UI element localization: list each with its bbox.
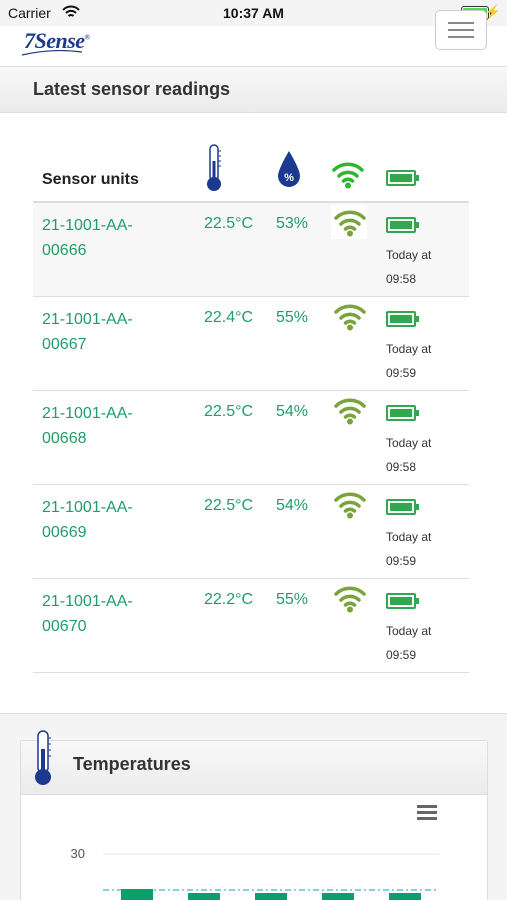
thermometer-icon [31,729,55,792]
panel-header: Latest sensor readings [0,67,507,113]
temperature-value: 22.5°C [204,403,254,420]
humidity-value: 54% [276,403,309,420]
signal-strength-icon [331,205,367,239]
panel-title: Temperatures [73,754,191,774]
reading-timestamp: Today at 09:58 [386,436,432,474]
humidity-drop-icon: % [276,149,302,194]
signal-strength-icon [331,299,367,333]
latest-readings-panel: Latest sensor readings Sensor units % 21… [0,66,507,714]
menu-bar-icon [417,805,437,808]
battery-level-icon [386,593,419,609]
battery-level-icon [386,499,419,515]
table-row[interactable]: 21-1001-AA- 00668 22.5°C 54% Today at 09:5… [33,391,469,485]
temperature-value: 22.5°C [204,215,254,232]
signal-strength-icon [331,393,367,427]
table-header: Sensor units % [33,137,469,203]
chart-bar[interactable] [322,893,354,900]
panel-header: Temperatures [21,730,487,795]
sensor-id-link[interactable]: 21-1001-AA- 00670 [42,589,133,639]
table-row[interactable]: 21-1001-AA- 00667 22.4°C 55% Today at 09:5… [33,297,469,391]
humidity-value: 55% [276,309,309,326]
temperature-value: 22.4°C [204,309,254,326]
reading-timestamp: Today at 09:58 [386,248,432,286]
signal-icon [331,159,365,194]
table-row[interactable]: 21-1001-AA- 00666 22.5°C 53% Today at 09:5… [33,203,469,297]
menu-bar-icon [417,817,437,820]
battery-level-icon [386,405,419,421]
menu-bar-icon [417,811,437,814]
humidity-value: 55% [276,591,309,608]
humidity-value: 54% [276,497,309,514]
sensor-id-link[interactable]: 21-1001-AA- 00667 [42,307,133,357]
sensor-id-link[interactable]: 21-1001-AA- 00666 [42,213,133,263]
humidity-value: 53% [276,215,309,232]
charging-icon: ⚡ [484,4,501,19]
table-row[interactable]: 21-1001-AA- 00669 22.5°C 54% Today at 09:5… [33,485,469,579]
clock: 10:37 AM [223,5,284,21]
reading-timestamp: Today at 09:59 [386,624,432,662]
reading-timestamp: Today at 09:59 [386,530,432,568]
chart-bar[interactable] [121,889,153,900]
reading-timestamp: Today at 09:59 [386,342,432,380]
menu-bar-icon [448,36,474,38]
temperatures-panel: Temperatures 30 [20,730,488,900]
thermometer-icon [204,143,224,198]
y-tick-label: 30 [71,846,85,861]
svg-text:%: % [284,172,294,184]
signal-strength-icon [331,581,367,615]
chart-bar[interactable] [389,893,421,900]
battery-level-icon [386,311,419,327]
status-bar: Carrier 10:37 AM ⚡ [0,0,507,26]
temperature-value: 22.5°C [204,497,254,514]
signal-strength-icon [331,487,367,521]
column-header-sensor-units: Sensor units [42,171,139,188]
chart-bar[interactable] [188,893,220,900]
chart-menu-button[interactable] [417,805,437,820]
battery-icon [386,170,419,186]
panel-title: Latest sensor readings [33,79,231,99]
chart-bar[interactable] [255,893,287,900]
readings-table: Sensor units % 21-1001-AA- 00666 22.5°C … [33,137,469,673]
logo-swoosh-icon [22,50,82,56]
battery-level-icon [386,217,419,233]
temperature-value: 22.2°C [204,591,254,608]
table-row[interactable]: 21-1001-AA- 00670 22.2°C 55% Today at 09:5… [33,579,469,673]
app-header: 7Sense® [0,10,507,66]
sensor-id-link[interactable]: 21-1001-AA- 00668 [42,401,133,451]
sensor-id-link[interactable]: 21-1001-AA- 00669 [42,495,133,545]
menu-bar-icon [448,22,474,24]
hamburger-menu-button[interactable] [435,10,487,50]
menu-bar-icon [448,29,474,31]
